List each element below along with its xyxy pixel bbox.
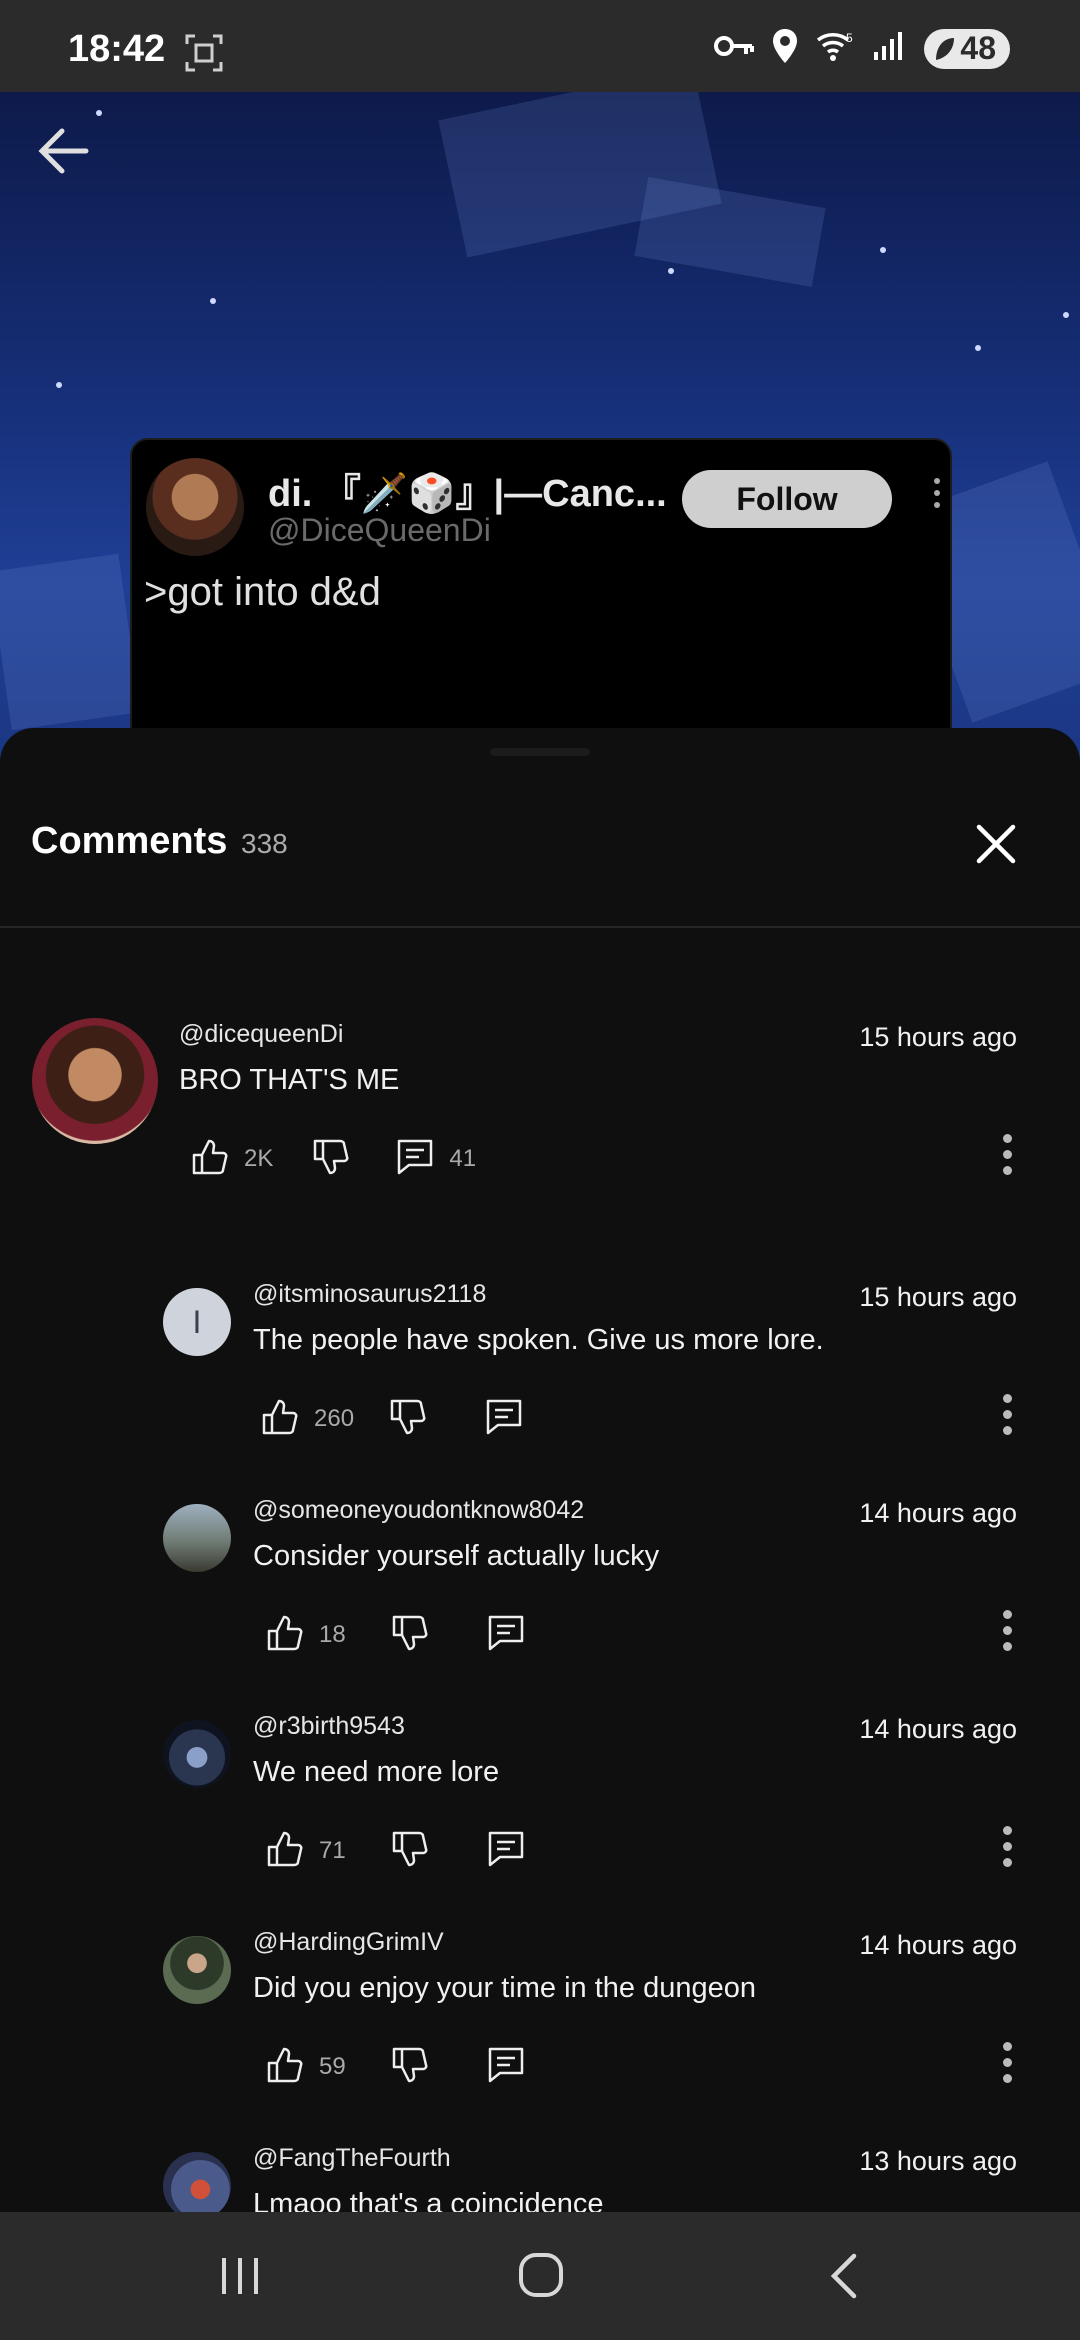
reply-item: @someoneyoudontknow8042 14 hours ago Con… [0,1494,1080,1674]
recent-apps-icon[interactable] [218,2254,262,2303]
reply-icon[interactable] [395,1137,435,1182]
screenshot-icon [185,34,223,77]
like-icon[interactable] [190,1137,230,1182]
comment-username[interactable]: @dicequeenDi [179,1020,343,1049]
comment-text: We need more lore [253,1756,500,1788]
avatar[interactable]: I [163,1288,231,1356]
back-arrow-icon[interactable] [36,126,90,181]
more-options-icon[interactable] [1003,1610,1012,1658]
comment-time: 15 hours ago [859,1282,1017,1312]
dislike-icon[interactable] [390,2045,430,2090]
divider [0,926,1080,928]
reply-item: @r3birth9543 14 hours ago We need more l… [0,1710,1080,1890]
comment-text: Did you enjoy your time in the dungeon [253,1972,756,2004]
status-bar: 18:42 5 48 [0,0,1080,92]
close-icon[interactable] [976,824,1016,869]
star [668,268,674,274]
star [975,345,981,351]
comment-time: 14 hours ago [859,1498,1017,1528]
comment-text: Consider yourself actually lucky [253,1540,660,1572]
vpn-key-icon [714,33,755,64]
background-block [0,553,141,731]
star [56,382,62,388]
reply-icon[interactable] [486,1829,526,1874]
comment-username[interactable]: @FangTheFourth [253,2144,451,2173]
comments-count: 338 [241,828,288,859]
back-icon[interactable] [828,2252,858,2305]
svg-text:5: 5 [846,31,853,45]
post-author-handle: @DiceQueenDi [268,512,491,548]
like-icon[interactable] [260,1397,300,1442]
comment-username[interactable]: @HardingGrimIV [253,1928,444,1957]
reply-icon[interactable] [486,1613,526,1658]
more-options-icon[interactable] [1003,1134,1012,1182]
post-author-name: di. 『🗡️🎲』|—Canc... [268,473,667,515]
star [1063,312,1069,318]
post-author-avatar [146,458,244,556]
like-icon[interactable] [265,1613,305,1658]
reply-count: 41 [449,1145,477,1172]
battery-indicator: 48 [924,28,1010,69]
avatar[interactable] [32,1018,158,1144]
dislike-icon[interactable] [390,1829,430,1874]
wifi-icon: 5 [816,30,854,67]
star [210,298,216,304]
like-count: 260 [314,1405,355,1432]
comment-item: @dicequeenDi 15 hours ago BRO THAT'S ME … [0,1018,1080,1198]
comment-text: BRO THAT'S ME [179,1064,400,1096]
like-icon[interactable] [265,2045,305,2090]
reply-item: @FangTheFourth 13 hours ago Lmaoo that's… [0,2142,1080,2212]
comment-text: Lmaoo that's a coincidence [253,2188,604,2212]
reply-item: @HardingGrimIV 14 hours ago Did you enjo… [0,1926,1080,2106]
comment-time: 13 hours ago [859,2146,1017,2176]
comment-username[interactable]: @itsminosaurus2118 [253,1280,486,1309]
avatar[interactable] [163,1936,231,2004]
dislike-icon[interactable] [388,1397,428,1442]
location-icon [772,28,798,69]
reply-icon[interactable] [484,1397,524,1442]
more-options-icon[interactable] [1003,1826,1012,1874]
signal-icon [872,30,906,67]
background-block [634,176,826,288]
comment-username[interactable]: @someoneyoudontknow8042 [253,1496,584,1525]
avatar[interactable] [163,1504,231,1572]
like-count: 59 [319,2053,346,2080]
more-options-icon[interactable] [1003,1394,1012,1442]
comments-title: Comments [31,820,228,862]
like-icon[interactable] [265,1829,305,1874]
like-count: 18 [319,1621,346,1648]
system-nav-bar [0,2212,1080,2340]
leaf-icon [936,37,955,60]
comment-text: The people have spoken. Give us more lor… [253,1324,824,1356]
reply-icon[interactable] [486,2045,526,2090]
star [96,110,102,116]
more-options-icon[interactable] [1003,2042,1012,2090]
post-text: >got into d&d [144,570,381,614]
home-icon[interactable] [518,2252,564,2303]
avatar[interactable] [163,1720,231,1788]
dislike-icon[interactable] [311,1137,351,1182]
comments-sheet: Comments 338 @dicequeenDi 15 hours ago B… [0,728,1080,2212]
follow-button: Follow [682,470,892,528]
post-more-icon [934,478,940,514]
like-count: 2K [244,1145,274,1172]
reply-item: I @itsminosaurus2118 15 hours ago The pe… [0,1278,1080,1458]
comment-time: 15 hours ago [859,1022,1017,1052]
like-count: 71 [319,1837,346,1864]
comment-time: 14 hours ago [859,1930,1017,1960]
comment-time: 14 hours ago [859,1714,1017,1744]
clock: 18:42 [68,28,166,70]
avatar[interactable] [163,2152,231,2212]
video-player[interactable]: di. 『🗡️🎲』|—Canc... @DiceQueenDi Follow >… [0,92,1080,792]
comment-username[interactable]: @r3birth9543 [253,1712,405,1741]
star [880,247,886,253]
drag-handle[interactable] [490,748,590,756]
battery-level: 48 [960,30,996,66]
dislike-icon[interactable] [390,1613,430,1658]
